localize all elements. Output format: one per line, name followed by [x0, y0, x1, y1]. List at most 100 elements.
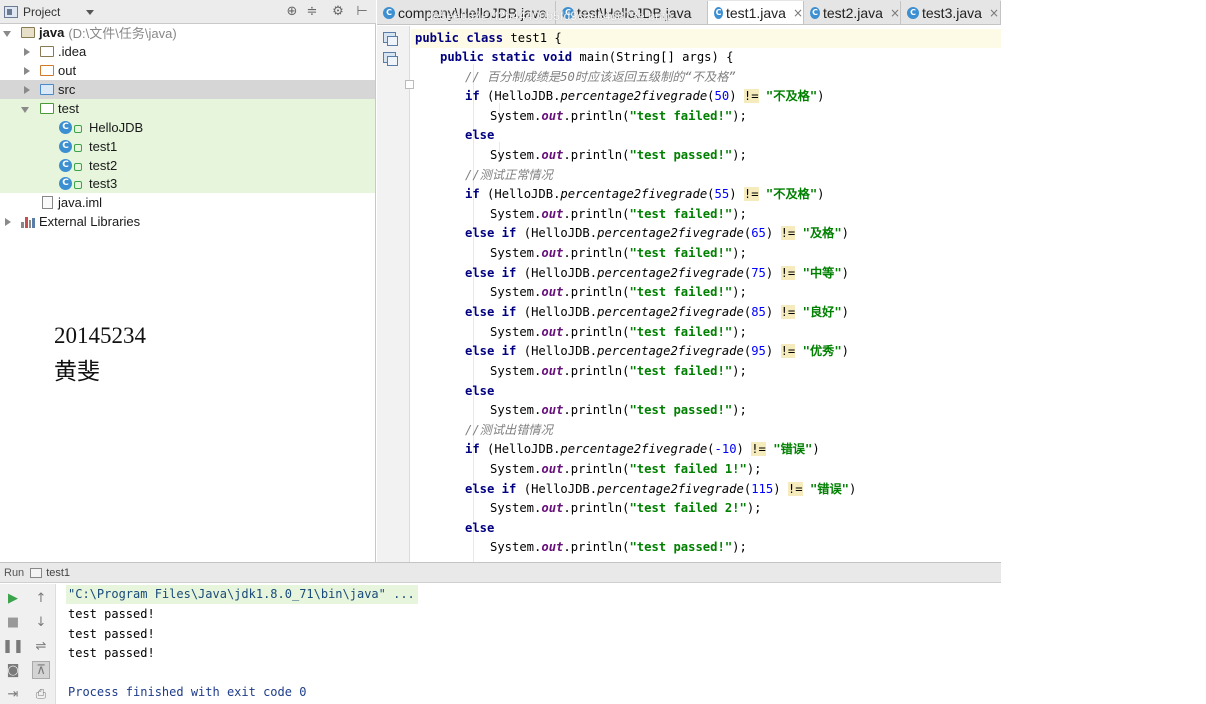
run-tab-test1[interactable]: test1	[46, 567, 70, 579]
tab-label: test3.java	[922, 4, 982, 21]
expand-arrow-icon[interactable]	[22, 66, 32, 76]
tree-item-label: test	[58, 101, 79, 116]
excluded-folder-icon	[40, 65, 54, 76]
code-line: System.out.println("test failed!");	[490, 364, 747, 378]
code-line: System.out.println("test passed!");	[490, 403, 747, 417]
print-icon[interactable]: ⎙	[32, 685, 50, 703]
tree-item-test1[interactable]: C test1	[0, 137, 375, 156]
pin-icon[interactable]: ⊼	[32, 661, 50, 679]
run-panel-title: Run	[4, 566, 25, 579]
lock-icon	[74, 163, 82, 171]
code-line: System.out.println("test failed!");	[490, 325, 747, 339]
tree-item-label: java.iml	[58, 195, 103, 210]
code-editor: C company\HelloJDB.java C test\HelloJDB.…	[377, 0, 1001, 562]
target-icon[interactable]: ⊕	[284, 4, 300, 20]
tree-item-idea[interactable]: .idea	[0, 42, 375, 61]
close-icon[interactable]: ×	[793, 6, 803, 20]
expand-arrow-icon[interactable]	[21, 104, 31, 114]
console-line: test passed!	[68, 646, 155, 660]
console-output[interactable]: "C:\Program Files\Java\jdk1.8.0_71\bin\j…	[56, 584, 1001, 704]
close-icon[interactable]: ×	[989, 6, 999, 20]
pause-icon[interactable]: ❚❚	[2, 637, 24, 655]
chevron-down-icon	[86, 10, 94, 15]
down-icon[interactable]: ↓	[32, 613, 50, 631]
code-line: else	[465, 521, 495, 535]
gear-icon[interactable]: ⚙	[330, 4, 346, 20]
tab-test1[interactable]: C test1.java ×	[708, 1, 804, 24]
expand-arrow-icon[interactable]	[3, 28, 13, 38]
code-line: // 百分制成绩是50时应该返回五级制的“不及格”	[465, 70, 736, 84]
project-panel: Project ⊕ ≑ ⚙ ⊢ java (D:\文件\任务\java) .id…	[0, 0, 376, 562]
class-icon: C	[59, 121, 72, 134]
code-line: else	[465, 128, 495, 142]
tree-item-label: out	[58, 63, 77, 78]
code-line: System.out.println("test failed!");	[490, 109, 747, 123]
lock-icon	[74, 144, 82, 152]
console-line: "C:\Program Files\Java\jdk1.8.0_71\bin\j…	[66, 585, 418, 604]
console-line: test passed!	[68, 627, 155, 641]
code-line: else if (HelloJDB.percentage2fivegrade(9…	[465, 344, 850, 358]
collapse-icon[interactable]: ≑	[304, 4, 320, 20]
tab-label: test1.java	[726, 4, 786, 21]
source-folder-icon	[40, 84, 54, 95]
run-panel-header: Run test1	[0, 563, 1001, 583]
file-icon	[42, 196, 53, 209]
tree-item-test[interactable]: test	[0, 99, 375, 118]
run-toolbar: ▶ ■ ❚❚ ◙ ⇥ ↑ ↓ ⇌ ⊼ ⎙	[0, 584, 56, 704]
code-line: if (HelloJDB.percentage2fivegrade(55) !=…	[465, 187, 825, 201]
expand-arrow-icon[interactable]	[3, 217, 13, 227]
tree-item-java[interactable]: java (D:\文件\任务\java)	[0, 23, 375, 42]
project-view-selector[interactable]: Project	[4, 2, 98, 22]
tab-test2[interactable]: C test2.java ×	[804, 1, 901, 24]
hide-panel-icon[interactable]: ⊢	[354, 4, 370, 20]
up-icon[interactable]: ↑	[32, 589, 50, 607]
run-class-gutter-icon[interactable]	[383, 32, 398, 46]
tree-item-hellojdb[interactable]: C HelloJDB	[0, 118, 375, 137]
code-area[interactable]: public class test1 { public static void …	[411, 26, 1001, 562]
run-icon[interactable]: ▶	[4, 589, 22, 607]
close-icon[interactable]: ×	[890, 6, 900, 20]
tree-item-out[interactable]: out	[0, 61, 375, 80]
project-toolbar: Project ⊕ ≑ ⚙ ⊢	[0, 0, 376, 24]
tab-test3[interactable]: C test3.java ×	[901, 1, 1001, 24]
tree-item-test2[interactable]: C test2	[0, 156, 375, 175]
tab-label: test2.java	[823, 4, 883, 21]
class-icon: C	[59, 177, 72, 190]
class-icon: C	[714, 6, 723, 19]
run-method-gutter-icon[interactable]	[383, 52, 398, 66]
code-line: else if (HelloJDB.percentage2fivegrade(7…	[465, 266, 850, 280]
code-line: else if (HelloJDB.percentage2fivegrade(8…	[465, 305, 850, 319]
run-config-icon	[30, 567, 43, 578]
lock-icon	[74, 125, 82, 133]
soft-wrap-icon[interactable]: ⇌	[32, 637, 50, 655]
tree-item-path: (D:\文件\任务\java)	[68, 26, 177, 41]
dump-icon[interactable]: ◙	[4, 661, 22, 679]
folder-icon	[40, 46, 54, 57]
code-line: else if (HelloJDB.percentage2fivegrade(6…	[465, 226, 850, 240]
exit-icon[interactable]: ⇥	[4, 685, 22, 703]
project-selector-label: Project	[23, 5, 61, 19]
tree-item-external-libraries[interactable]: External Libraries	[0, 212, 375, 231]
stop-icon[interactable]: ■	[4, 613, 22, 631]
tree-item-test3[interactable]: C test3	[0, 174, 375, 193]
tree-item-src[interactable]: src	[0, 80, 375, 99]
code-line: System.out.println("test failed!");	[490, 207, 747, 221]
class-icon: C	[810, 6, 820, 19]
student-id-annotation: 20145234	[54, 323, 146, 348]
test-folder-icon	[40, 103, 54, 114]
tree-item-label: HelloJDB	[89, 120, 144, 135]
tab-overlay-filename: de5ee037e7f2b44400b5fd9c8ec4d873e.bmp	[426, 9, 673, 23]
code-line: //测试正常情况	[465, 168, 553, 182]
code-line: System.out.println("test failed!");	[490, 285, 747, 299]
tree-item-label: src	[58, 82, 76, 97]
tree-item-label: test3	[89, 176, 118, 191]
tree-item-java-iml[interactable]: java.iml	[0, 193, 375, 212]
expand-arrow-icon[interactable]	[22, 47, 32, 57]
class-icon: C	[59, 140, 72, 153]
expand-arrow-icon[interactable]	[22, 85, 32, 95]
module-folder-icon	[21, 27, 35, 38]
code-line: System.out.println("test passed!");	[490, 148, 747, 162]
class-icon: C	[59, 159, 72, 172]
blank-area	[1001, 0, 1206, 704]
code-line: else if (HelloJDB.percentage2fivegrade(1…	[465, 482, 857, 496]
